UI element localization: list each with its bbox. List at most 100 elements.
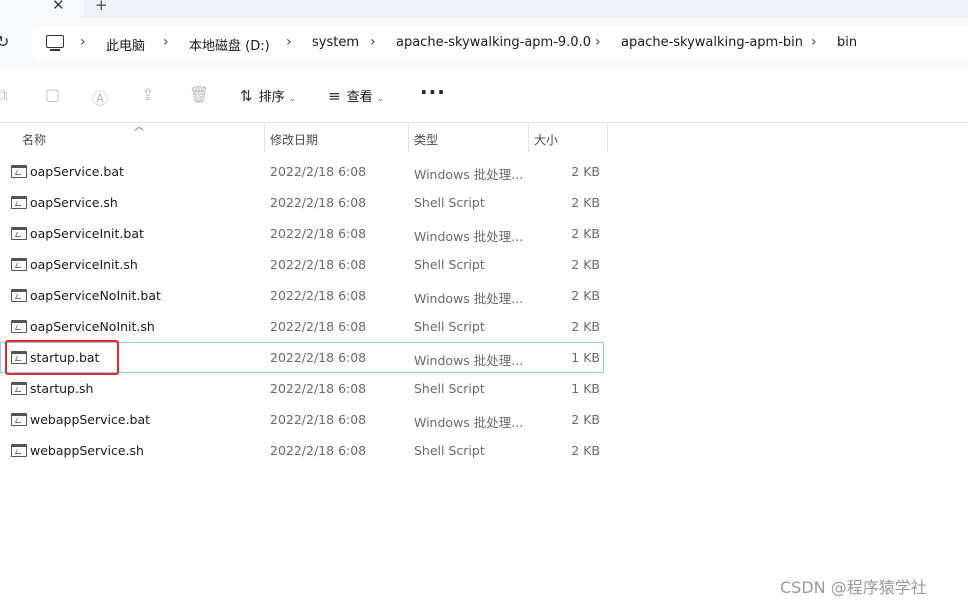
- file-name: startup.sh: [30, 381, 94, 396]
- file-row[interactable]: oapServiceInit.bat 2022/2/18 6:08 Window…: [0, 218, 604, 249]
- file-type: Shell Script: [414, 319, 485, 334]
- column-date[interactable]: 修改日期: [270, 131, 318, 148]
- file-name: oapServiceInit.bat: [30, 226, 144, 241]
- script-file-icon: [11, 258, 27, 271]
- breadcrumb-apm-9[interactable]: apache-skywalking-apm-9.0.0: [396, 35, 591, 50]
- file-date: 2022/2/18 6:08: [270, 257, 367, 272]
- file-size: 2 KB: [571, 319, 600, 334]
- breadcrumb-drive-d[interactable]: 本地磁盘 (D:): [189, 35, 270, 54]
- script-file-icon: [11, 444, 27, 457]
- file-type: Shell Script: [414, 443, 485, 458]
- file-date: 2022/2/18 6:08: [270, 164, 367, 179]
- file-date: 2022/2/18 6:08: [270, 412, 367, 427]
- file-row[interactable]: oapService.sh 2022/2/18 6:08 Shell Scrip…: [0, 187, 604, 218]
- share-icon[interactable]: ⇪: [141, 85, 154, 104]
- file-size: 2 KB: [571, 412, 600, 427]
- file-date: 2022/2/18 6:08: [270, 350, 367, 365]
- chevron-right-icon[interactable]: ›: [80, 34, 86, 50]
- close-tab-icon[interactable]: ✕: [52, 0, 65, 14]
- watermark: CSDN @程序猿学社: [780, 578, 927, 597]
- script-file-icon: [11, 165, 27, 178]
- file-type: Windows 批处理...: [414, 291, 524, 306]
- chevron-right-icon[interactable]: ›: [163, 34, 169, 50]
- sort-icon: ⇅: [240, 87, 253, 105]
- file-size: 1 KB: [571, 350, 600, 365]
- file-list: oapService.bat 2022/2/18 6:08 Windows 批处…: [0, 156, 968, 466]
- tab-current[interactable]: ✕: [0, 0, 84, 18]
- file-date: 2022/2/18 6:08: [270, 443, 367, 458]
- file-size: 2 KB: [571, 443, 600, 458]
- file-row[interactable]: oapService.bat 2022/2/18 6:08 Windows 批处…: [0, 156, 604, 187]
- file-date: 2022/2/18 6:08: [270, 195, 367, 210]
- breadcrumb-this-pc[interactable]: 此电脑: [106, 35, 145, 54]
- column-divider[interactable]: [264, 124, 265, 152]
- file-type: Windows 批处理...: [414, 167, 524, 182]
- paste-icon[interactable]: ▢: [45, 85, 60, 104]
- script-file-icon: [11, 320, 27, 333]
- new-tab-icon[interactable]: +: [95, 0, 108, 14]
- script-file-icon: [11, 413, 27, 426]
- file-name: oapService.bat: [30, 164, 124, 179]
- file-row[interactable]: oapServiceNoInit.bat 2022/2/18 6:08 Wind…: [0, 280, 604, 311]
- column-header: 名称 修改日期 类型 大小: [0, 124, 968, 152]
- file-type: Windows 批处理...: [414, 415, 524, 430]
- file-row[interactable]: webappService.bat 2022/2/18 6:08 Windows…: [0, 404, 604, 435]
- file-type: Windows 批处理...: [414, 229, 524, 244]
- file-size: 2 KB: [571, 226, 600, 241]
- delete-icon[interactable]: 🗑: [189, 85, 209, 104]
- column-type[interactable]: 类型: [414, 131, 438, 148]
- file-row[interactable]: oapServiceInit.sh 2022/2/18 6:08 Shell S…: [0, 249, 604, 280]
- file-size: 2 KB: [571, 288, 600, 303]
- file-row[interactable]: oapServiceNoInit.sh 2022/2/18 6:08 Shell…: [0, 311, 604, 342]
- view-label: 查看: [346, 90, 373, 105]
- file-row[interactable]: webappService.sh 2022/2/18 6:08 Shell Sc…: [0, 435, 604, 466]
- chevron-right-icon[interactable]: ›: [595, 34, 601, 50]
- file-type: Shell Script: [414, 381, 485, 396]
- file-name: webappService.sh: [30, 443, 144, 458]
- file-type: Shell Script: [414, 257, 485, 272]
- file-name: webappService.bat: [30, 412, 151, 427]
- breadcrumb[interactable]: › 此电脑 › 本地磁盘 (D:) › system › apache-skyw…: [32, 26, 968, 60]
- more-options-icon[interactable]: ···: [420, 80, 446, 104]
- chevron-right-icon[interactable]: ›: [811, 34, 817, 50]
- rename-icon[interactable]: Ⓐ: [92, 85, 108, 109]
- refresh-icon[interactable]: ↻: [0, 32, 9, 51]
- chevron-right-icon[interactable]: ›: [286, 34, 292, 50]
- breadcrumb-system[interactable]: system: [312, 35, 359, 50]
- file-size: 2 KB: [571, 164, 600, 179]
- file-size: 1 KB: [571, 381, 600, 396]
- column-divider[interactable]: [408, 124, 409, 152]
- file-name: oapServiceNoInit.bat: [30, 288, 161, 303]
- copy-icon[interactable]: ⧉: [0, 85, 7, 105]
- file-date: 2022/2/18 6:08: [270, 288, 367, 303]
- file-date: 2022/2/18 6:08: [270, 381, 367, 396]
- column-divider[interactable]: [607, 124, 608, 152]
- view-icon: ≡: [328, 87, 341, 105]
- sort-button[interactable]: ⇅ 排序 ⌄: [240, 86, 296, 105]
- file-name: oapServiceInit.sh: [30, 257, 138, 272]
- breadcrumb-bin[interactable]: bin: [837, 35, 857, 50]
- file-date: 2022/2/18 6:08: [270, 319, 367, 334]
- chevron-down-icon: ⌄: [288, 94, 297, 104]
- sort-label: 排序: [258, 90, 285, 105]
- tab-strip: ✕ +: [0, 0, 968, 18]
- script-file-icon: [11, 382, 27, 395]
- chevron-down-icon: ⌄: [376, 94, 385, 104]
- column-size[interactable]: 大小: [534, 131, 558, 148]
- script-file-icon: [11, 289, 27, 302]
- view-button[interactable]: ≡ 查看 ⌄: [328, 86, 384, 105]
- this-pc-icon[interactable]: [46, 35, 64, 51]
- command-bar: ⧉ ▢ Ⓐ ⇪ 🗑 ⇅ 排序 ⌄ ≡ 查看 ⌄ ···: [0, 68, 968, 123]
- file-name: oapService.sh: [30, 195, 118, 210]
- file-row[interactable]: startup.sh 2022/2/18 6:08 Shell Script 1…: [0, 373, 604, 404]
- file-type: Shell Script: [414, 195, 485, 210]
- breadcrumb-apm-bin[interactable]: apache-skywalking-apm-bin: [621, 35, 803, 50]
- script-file-icon: [11, 227, 27, 240]
- column-divider[interactable]: [528, 124, 529, 152]
- file-size: 2 KB: [571, 257, 600, 272]
- chevron-right-icon[interactable]: ›: [370, 34, 376, 50]
- column-name[interactable]: 名称: [22, 131, 46, 148]
- file-name: oapServiceNoInit.sh: [30, 319, 155, 334]
- file-size: 2 KB: [571, 195, 600, 210]
- file-type: Windows 批处理...: [414, 353, 524, 368]
